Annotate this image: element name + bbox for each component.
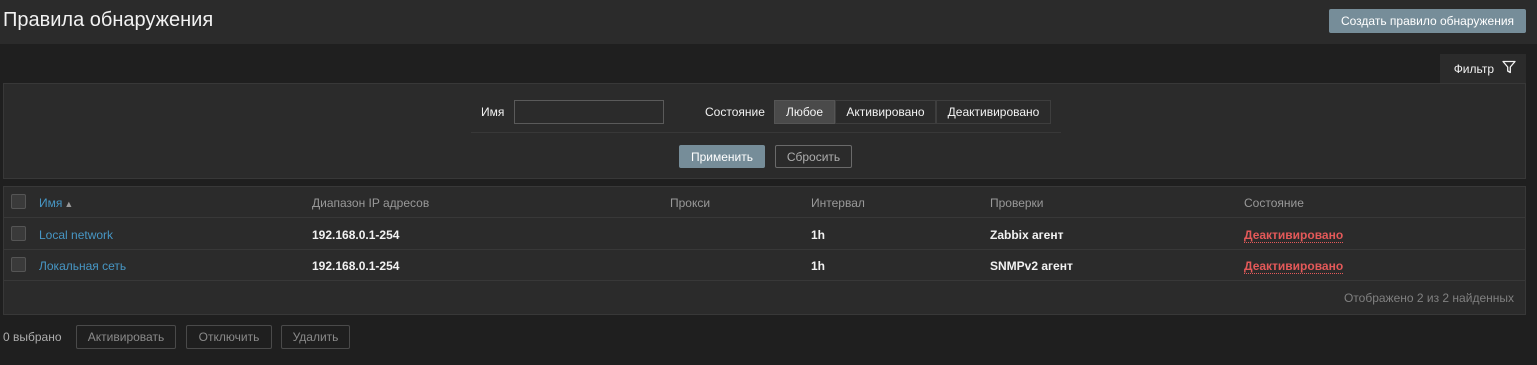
page-title: Правила обнаружения — [3, 9, 214, 31]
status-label: Состояние — [705, 105, 765, 119]
checks-cell: SNMPv2 агент — [990, 259, 1073, 273]
column-header-checks: Проверки — [990, 196, 1044, 210]
name-input[interactable] — [514, 100, 664, 124]
filter-panel: Имя Состояние Любое Активировано Деактив… — [3, 83, 1526, 179]
bulk-actions-bar: 0 выбрано Активировать Отключить Удалить — [3, 325, 603, 349]
sort-asc-icon: ▲ — [64, 199, 74, 209]
discovery-rules-table: Имя ▲ Диапазон IP адресов Прокси Интервал… — [3, 186, 1526, 315]
rule-name-link[interactable]: Local network — [39, 228, 113, 242]
table-row: Local network 192.168.0.1-254 1h Zabbix … — [4, 219, 1525, 250]
column-header-name[interactable]: Имя ▲ — [39, 196, 73, 210]
filter-tab[interactable]: Фильтр — [1440, 54, 1526, 83]
bulk-delete-button[interactable]: Удалить — [281, 325, 350, 349]
row-checkbox[interactable] — [11, 257, 26, 272]
ip-range-cell: 192.168.0.1-254 — [312, 259, 400, 273]
interval-cell: 1h — [811, 259, 826, 273]
create-discovery-rule-button[interactable]: Создать правило обнаружения — [1329, 9, 1526, 33]
table-footer-count: Отображено 2 из 2 найденных — [1343, 291, 1514, 305]
column-header-proxy: Прокси — [670, 196, 711, 210]
rule-name-link[interactable]: Локальная сеть — [39, 259, 126, 273]
status-option-enabled[interactable]: Активировано — [835, 100, 936, 124]
status-option-any[interactable]: Любое — [774, 100, 835, 124]
column-header-ip-range: Диапазон IP адресов — [312, 196, 430, 210]
page-header: Правила обнаружения Создать правило обна… — [0, 0, 1537, 44]
status-toggle-link[interactable]: Деактивировано — [1244, 259, 1344, 274]
reset-button[interactable]: Сбросить — [775, 145, 852, 168]
column-header-status: Состояние — [1244, 196, 1304, 210]
funnel-icon — [1502, 60, 1516, 77]
selected-count: 0 выбрано — [3, 330, 62, 344]
bulk-enable-button[interactable]: Активировать — [76, 325, 176, 349]
apply-button[interactable]: Применить — [679, 145, 765, 168]
ip-range-cell: 192.168.0.1-254 — [312, 228, 400, 242]
row-checkbox[interactable] — [11, 226, 26, 241]
checks-cell: Zabbix агент — [990, 228, 1064, 242]
filter-tab-label: Фильтр — [1453, 61, 1494, 76]
name-label: Имя — [481, 105, 505, 119]
status-toggle-link[interactable]: Деактивировано — [1244, 228, 1344, 243]
filter-divider — [471, 132, 1061, 133]
column-header-interval: Интервал — [811, 196, 865, 210]
status-option-disabled[interactable]: Деактивировано — [936, 100, 1051, 124]
bulk-disable-button[interactable]: Отключить — [186, 325, 272, 349]
table-row: Локальная сеть 192.168.0.1-254 1h SNMPv2… — [4, 250, 1525, 281]
interval-cell: 1h — [811, 228, 826, 242]
table-header-row: Имя ▲ Диапазон IP адресов Прокси Интервал… — [4, 187, 1525, 218]
select-all-checkbox[interactable] — [11, 194, 26, 209]
